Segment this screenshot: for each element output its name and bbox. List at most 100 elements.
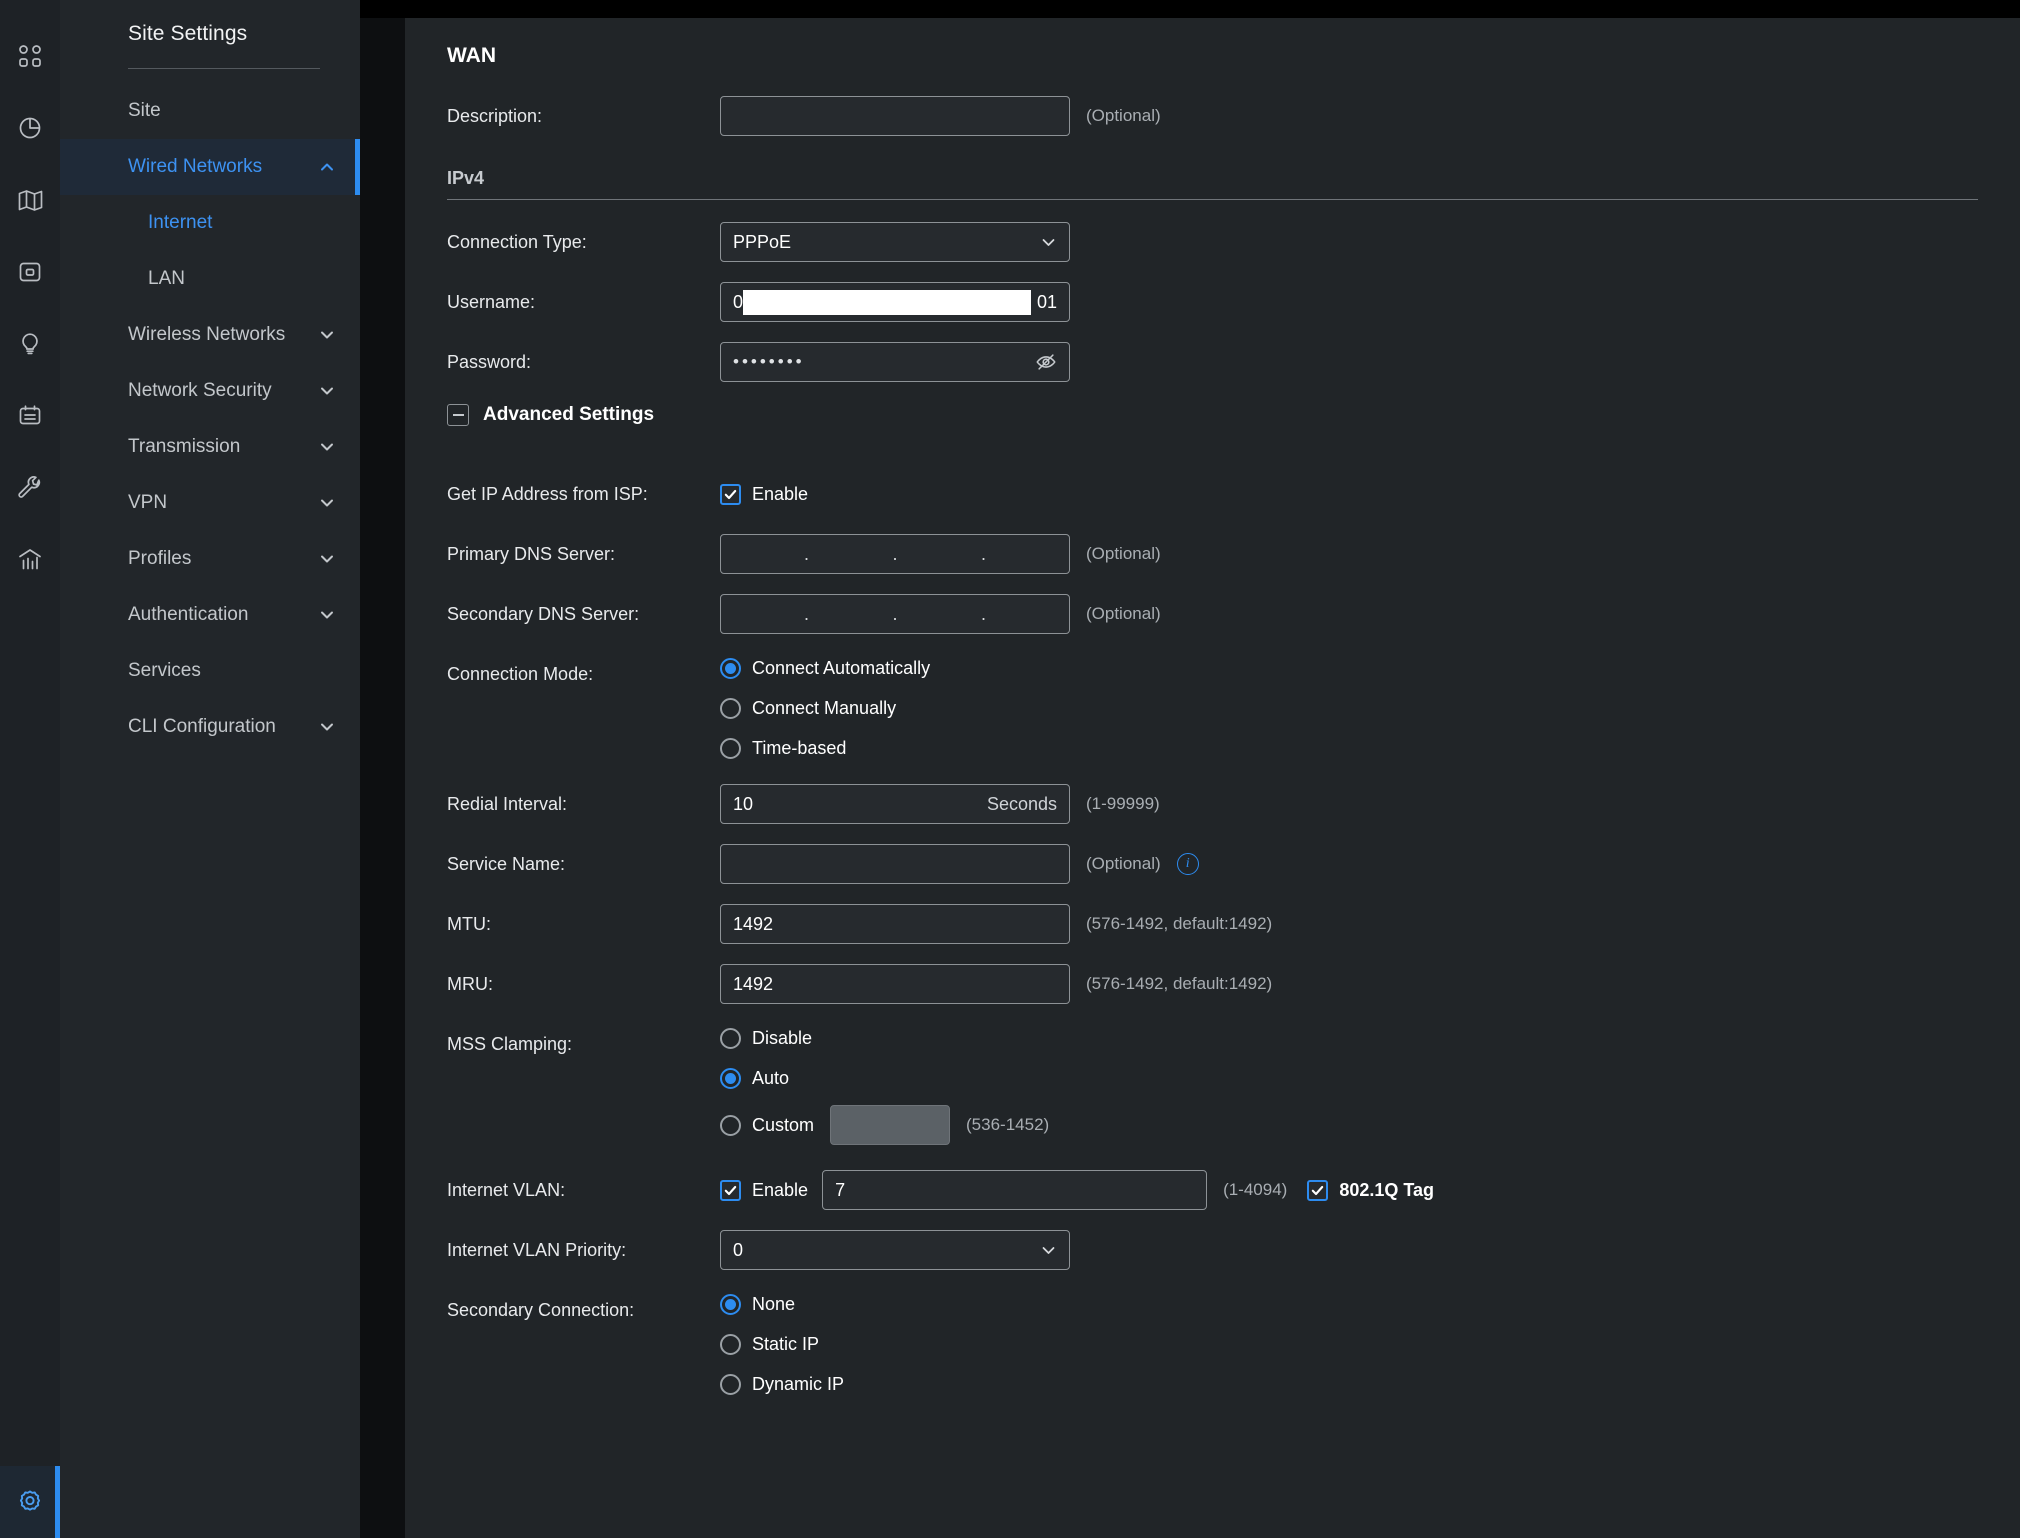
username-input[interactable]: 0 01 xyxy=(720,282,1070,322)
redial-interval-value: 10 xyxy=(733,793,754,814)
ip-dot-separator: . xyxy=(980,603,986,624)
mss-clamping-option-custom[interactable]: Custom (536-1452) xyxy=(720,1104,1049,1146)
description-input[interactable] xyxy=(720,96,1070,136)
radio-button[interactable] xyxy=(720,697,741,719)
radio-button[interactable] xyxy=(720,657,741,679)
statistics-pie-icon[interactable] xyxy=(8,106,52,150)
internet-vlan-priority-row: Internet VLAN Priority: 0 xyxy=(405,1230,2020,1276)
sidebar-item-network-security[interactable]: Network Security xyxy=(60,363,360,419)
secondary-connection-option-static-ip[interactable]: Static IP xyxy=(720,1330,844,1358)
get-ip-from-isp-checkbox[interactable] xyxy=(720,483,741,505)
mss-clamping-option-auto[interactable]: Auto xyxy=(720,1064,1049,1092)
radio-button[interactable] xyxy=(720,737,741,759)
sidebar-item-label: Profiles xyxy=(128,548,192,569)
sidebar-item-label: Services xyxy=(128,660,201,681)
sidebar-item-vpn[interactable]: VPN xyxy=(60,475,360,531)
secondary-connection-row: Secondary Connection: None Static IP Dyn… xyxy=(405,1290,2020,1398)
sidebar-item-wired-networks[interactable]: Wired Networks xyxy=(60,139,360,195)
mss-clamping-option-disable[interactable]: Disable xyxy=(720,1024,1049,1052)
advanced-settings-toggle[interactable]: Advanced Settings xyxy=(405,404,654,426)
service-name-hint: (Optional) xyxy=(1086,854,1161,873)
sidebar-item-profiles[interactable]: Profiles xyxy=(60,531,360,587)
settings-gear-icon[interactable] xyxy=(0,1466,60,1538)
mtu-row: MTU: 1492 (576-1492, default:1492) xyxy=(405,904,2020,950)
sidebar-item-services[interactable]: Services xyxy=(60,643,360,699)
connection-mode-option-time-based[interactable]: Time-based xyxy=(720,734,930,762)
radio-label: Connect Manually xyxy=(752,697,897,718)
service-name-input[interactable] xyxy=(720,844,1070,884)
ip-dot-separator: . xyxy=(892,543,898,564)
internet-vlan-priority-value: 0 xyxy=(733,1239,744,1260)
mtu-input[interactable]: 1492 xyxy=(720,904,1070,944)
eye-off-icon[interactable] xyxy=(1035,351,1057,373)
redial-interval-input[interactable]: 10 Seconds xyxy=(720,784,1070,824)
password-value: •••••••• xyxy=(733,352,805,371)
report-chart-icon[interactable] xyxy=(8,538,52,582)
log-icon[interactable] xyxy=(8,394,52,438)
mss-clamping-custom-input xyxy=(830,1105,951,1145)
mru-input[interactable]: 1492 xyxy=(720,964,1070,1004)
password-input[interactable]: •••••••• xyxy=(720,342,1070,382)
sidebar-item-wireless-networks[interactable]: Wireless Networks xyxy=(60,307,360,363)
sidebar-item-label: Site xyxy=(128,100,161,121)
chevron-down-icon xyxy=(318,326,336,344)
connection-mode-option-manual[interactable]: Connect Manually xyxy=(720,694,930,722)
sidebar-item-site[interactable]: Site xyxy=(60,83,360,139)
minus-box-icon[interactable] xyxy=(447,404,469,426)
chevron-up-icon xyxy=(318,158,336,176)
description-label: Description: xyxy=(447,106,543,126)
radio-label: Disable xyxy=(752,1027,813,1048)
username-value-prefix: 0 xyxy=(733,291,744,312)
info-circle-icon[interactable]: i xyxy=(1176,853,1199,875)
radio-button[interactable] xyxy=(720,1067,741,1089)
settings-sidebar: Site Settings Site Wired Networks Intern… xyxy=(60,0,360,1538)
secondary-connection-label: Secondary Connection: xyxy=(447,1300,635,1320)
secondary-connection-option-none[interactable]: None xyxy=(720,1290,844,1318)
internet-vlan-enable-checkbox[interactable] xyxy=(720,1179,741,1201)
radio-button[interactable] xyxy=(720,1333,741,1355)
devices-icon[interactable] xyxy=(8,250,52,294)
primary-dns-hint: (Optional) xyxy=(1086,544,1161,563)
mtu-label: MTU: xyxy=(447,914,491,934)
app-window: Site Settings Site Wired Networks Intern… xyxy=(0,0,2020,1538)
service-name-label: Service Name: xyxy=(447,854,566,874)
ip-dot-separator: . xyxy=(892,603,898,624)
mss-clamping-row: MSS Clamping: Disable Auto Custom (536-1… xyxy=(405,1024,2020,1146)
panel-gutter xyxy=(360,0,405,1538)
internet-vlan-8021q-tag-checkbox[interactable] xyxy=(1307,1179,1329,1201)
sidebar-item-lan[interactable]: LAN xyxy=(60,251,360,307)
dashboard-grid-icon[interactable] xyxy=(8,34,52,78)
internet-vlan-priority-select[interactable]: 0 xyxy=(720,1230,1070,1270)
insight-bulb-icon[interactable] xyxy=(8,322,52,366)
mss-clamping-label: MSS Clamping: xyxy=(447,1034,573,1054)
sidebar-item-transmission[interactable]: Transmission xyxy=(60,419,360,475)
description-row: Description: (Optional) xyxy=(405,96,2020,142)
secondary-dns-label: Secondary DNS Server: xyxy=(447,604,640,624)
sidebar-title: Site Settings xyxy=(128,22,248,45)
internet-vlan-id-input[interactable]: 7 xyxy=(822,1170,1208,1210)
radio-button[interactable] xyxy=(720,1027,741,1049)
sidebar-item-internet[interactable]: Internet xyxy=(60,195,360,251)
radio-button[interactable] xyxy=(720,1373,741,1395)
internet-vlan-enable-label: Enable xyxy=(752,1179,809,1200)
username-redaction-bar xyxy=(743,290,1031,315)
connection-mode-option-automatic[interactable]: Connect Automatically xyxy=(720,654,930,682)
secondary-connection-option-dynamic-ip[interactable]: Dynamic IP xyxy=(720,1370,844,1398)
connection-type-select[interactable]: PPPoE xyxy=(720,222,1070,262)
tools-wrench-icon[interactable] xyxy=(8,466,52,510)
secondary-dns-hint: (Optional) xyxy=(1086,604,1161,623)
sidebar-item-cli-configuration[interactable]: CLI Configuration xyxy=(60,699,360,755)
get-ip-from-isp-checkbox-label: Enable xyxy=(752,483,809,504)
sidebar-item-label: Wireless Networks xyxy=(128,324,286,345)
sidebar-item-authentication[interactable]: Authentication xyxy=(60,587,360,643)
sidebar-item-label: CLI Configuration xyxy=(128,716,276,737)
secondary-dns-input[interactable]: . . . xyxy=(720,594,1070,634)
radio-button[interactable] xyxy=(720,1293,741,1315)
wan-settings-panel: WAN Description: (Optional) IPv4 Connect… xyxy=(405,0,2020,1538)
primary-dns-input[interactable]: . . . xyxy=(720,534,1070,574)
sidebar-divider xyxy=(128,68,320,69)
mru-hint: (576-1492, default:1492) xyxy=(1086,974,1273,993)
icon-rail xyxy=(0,0,60,1538)
map-icon[interactable] xyxy=(8,178,52,222)
radio-button[interactable] xyxy=(720,1114,741,1136)
